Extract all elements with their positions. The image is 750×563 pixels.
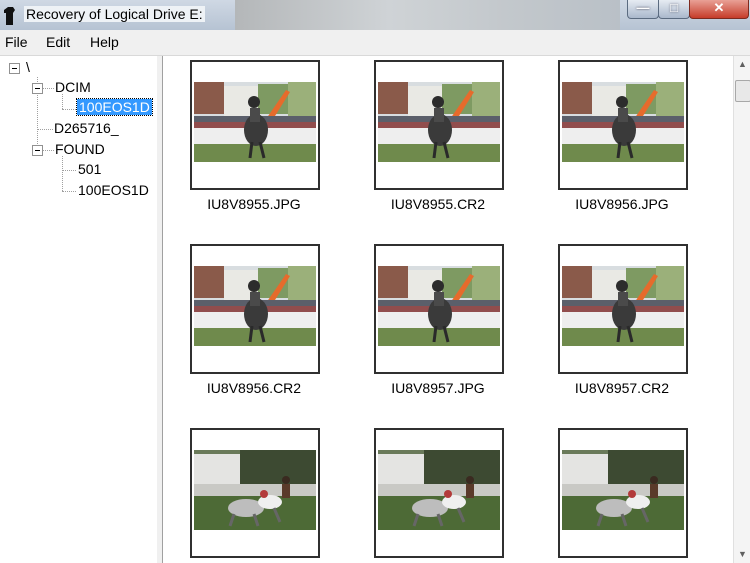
photo-preview <box>378 266 500 346</box>
photo-preview <box>562 450 684 530</box>
thumbnail-image[interactable] <box>374 60 504 190</box>
scroll-up-arrow-icon[interactable]: ▲ <box>734 56 750 73</box>
maximize-icon: □ <box>670 0 678 15</box>
photo-preview <box>562 82 684 162</box>
tree-connector <box>62 94 63 109</box>
tree-connector <box>42 88 54 89</box>
thumbnail-filename[interactable]: IU8V8956.CR2 <box>169 380 339 396</box>
menu-edit[interactable]: Edit <box>46 34 70 50</box>
maximize-button[interactable]: □ <box>658 0 690 19</box>
tree-node-found[interactable]: FOUND <box>55 141 105 157</box>
tree-node-dcim[interactable]: DCIM <box>55 79 91 95</box>
thumbnail-image[interactable] <box>558 60 688 190</box>
thumbnail-image[interactable] <box>190 244 320 374</box>
thumbnail-filename[interactable]: IU8V8955.JPG <box>169 196 339 212</box>
menu-help[interactable]: Help <box>90 34 119 50</box>
close-icon: ✕ <box>713 0 725 15</box>
collapse-icon[interactable] <box>9 63 20 74</box>
thumbnail-image[interactable] <box>190 60 320 190</box>
tree-node-found-501[interactable]: 501 <box>78 161 101 177</box>
minimize-icon: — <box>636 0 650 15</box>
title-bar-background <box>235 0 620 30</box>
thumbnail-image[interactable] <box>374 244 504 374</box>
thumbnail-image[interactable] <box>558 428 688 558</box>
thumbnail-grid: IU8V8955.JPG IU8V8955.CR2 IU8V8956.JPG IU8V… <box>163 56 732 563</box>
thumbnail-image[interactable] <box>190 428 320 558</box>
photo-preview <box>194 82 316 162</box>
tree-node-dcim-100eos1d[interactable]: 100EOS1D <box>76 98 153 116</box>
collapse-icon[interactable] <box>32 83 43 94</box>
app-icon <box>4 7 15 25</box>
tree-node-root[interactable]: \ <box>26 59 30 75</box>
tree-connector <box>62 191 76 192</box>
menu-bar: File Edit Help <box>0 30 750 56</box>
vertical-scrollbar[interactable]: ▲ ▼ <box>733 56 750 563</box>
collapse-icon[interactable] <box>32 145 43 156</box>
tree-node-d265716[interactable]: D265716_ <box>54 120 119 136</box>
scroll-thumb[interactable] <box>735 80 750 102</box>
thumbnail-image[interactable] <box>558 244 688 374</box>
tree-connector <box>62 170 76 171</box>
thumbnail-filename[interactable]: IU8V8957.CR2 <box>537 380 707 396</box>
menu-file[interactable]: File <box>5 34 28 50</box>
photo-preview <box>194 266 316 346</box>
photo-preview <box>378 82 500 162</box>
folder-tree: \ DCIM 100EOS1D D265716_ FOUND 501 100EO… <box>0 56 158 563</box>
photo-preview <box>562 266 684 346</box>
thumbnail-filename[interactable]: IU8V8956.JPG <box>537 196 707 212</box>
scroll-down-arrow-icon[interactable]: ▼ <box>734 546 750 563</box>
thumbnail-filename[interactable]: IU8V8955.CR2 <box>353 196 523 212</box>
thumbnail-image[interactable] <box>374 428 504 558</box>
tree-node-found-100eos1d[interactable]: 100EOS1D <box>78 182 149 198</box>
tree-connector <box>62 109 76 110</box>
minimize-button[interactable]: — <box>627 0 659 19</box>
tree-connector <box>62 156 63 191</box>
close-button[interactable]: ✕ <box>689 0 749 19</box>
window-title: Recovery of Logical Drive E: <box>24 6 205 22</box>
photo-preview <box>378 450 500 530</box>
tree-connector <box>42 150 54 151</box>
photo-preview <box>194 450 316 530</box>
tree-connector <box>37 129 53 130</box>
thumbnail-filename[interactable]: IU8V8957.JPG <box>353 380 523 396</box>
title-bar: Recovery of Logical Drive E: — □ ✕ <box>0 0 750 30</box>
